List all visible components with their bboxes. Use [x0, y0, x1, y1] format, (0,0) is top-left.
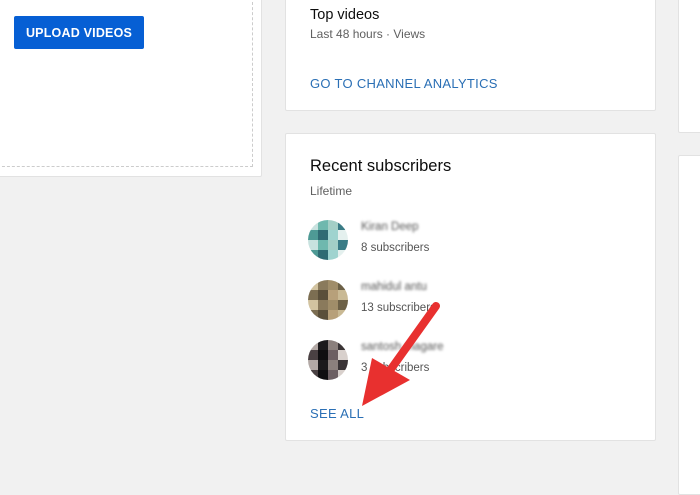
avatar-pixel: [318, 350, 328, 360]
go-to-channel-analytics-link[interactable]: GO TO CHANNEL ANALYTICS: [310, 76, 498, 91]
avatar-pixel: [308, 350, 318, 360]
top-videos-subtitle: Last 48 hours · Views: [310, 27, 426, 41]
top-videos-card: Top videos Last 48 hours · Views GO TO C…: [285, 0, 656, 111]
annotation-arrow-shaft: [382, 302, 440, 380]
avatar-pixel: [328, 310, 338, 320]
avatar-pixel: [328, 340, 338, 350]
subscriber-item[interactable]: santosh magare 3 subscribers: [308, 340, 608, 382]
avatar-pixel: [328, 350, 338, 360]
avatar-pixel: [338, 360, 348, 370]
recent-subscribers-title: Recent subscribers: [310, 157, 452, 175]
avatar-pixel: [338, 280, 348, 290]
right-edge-card: [678, 0, 700, 133]
avatar-pixel: [328, 240, 338, 250]
subscriber-name[interactable]: mahidul antu: [361, 281, 427, 293]
avatar-pixel: [338, 350, 348, 360]
avatar-pixel: [308, 310, 318, 320]
avatar-pixel: [338, 370, 348, 380]
avatar-pixel: [338, 250, 348, 260]
avatar-pixel: [328, 280, 338, 290]
avatar-pixel: [318, 250, 328, 260]
avatar-pixel: [308, 280, 318, 290]
recent-subscribers-subtitle: Lifetime: [310, 184, 353, 198]
upload-videos-button[interactable]: UPLOAD VIDEOS: [14, 16, 144, 49]
avatar-pixel: [328, 290, 338, 300]
avatar-pixel: [308, 250, 318, 260]
avatar-pixel: [328, 250, 338, 260]
avatar-pixel: [338, 290, 348, 300]
avatar-pixel: [338, 220, 348, 230]
avatar-pixel: [338, 340, 348, 350]
avatar-pixel: [328, 300, 338, 310]
avatar-pixel: [318, 370, 328, 380]
avatar-pixel: [318, 280, 328, 290]
see-all-link[interactable]: SEE ALL: [310, 406, 364, 421]
avatar-pixel: [328, 370, 338, 380]
subscriber-avatar[interactable]: [308, 220, 348, 260]
recent-subscribers-card: Recent subscribers Lifetime Kiran Deep 8…: [285, 133, 656, 441]
subscriber-item[interactable]: mahidul antu 13 subscribers: [308, 280, 608, 322]
avatar-pixel: [308, 220, 318, 230]
upload-videos-card: UPLOAD VIDEOS: [0, 0, 262, 177]
subscriber-count: 8 subscribers: [361, 242, 430, 254]
annotation-arrow-head: [362, 358, 410, 406]
avatar-pixel: [338, 230, 348, 240]
avatar-pixel: [308, 300, 318, 310]
subscriber-avatar[interactable]: [308, 280, 348, 320]
annotation-arrow-icon: [362, 302, 440, 406]
avatar-pixel: [338, 240, 348, 250]
avatar-pixel: [308, 240, 318, 250]
avatar-pixel: [328, 360, 338, 370]
avatar-pixel: [318, 220, 328, 230]
avatar-pixel: [328, 220, 338, 230]
top-videos-title: Top videos: [310, 7, 380, 23]
avatar-pixel: [318, 290, 328, 300]
avatar-pixel: [318, 310, 328, 320]
subscriber-name[interactable]: Kiran Deep: [361, 221, 419, 233]
avatar-pixel: [308, 370, 318, 380]
subscriber-item[interactable]: Kiran Deep 8 subscribers: [308, 220, 608, 262]
avatar-pixel: [318, 240, 328, 250]
avatar-pixel: [308, 360, 318, 370]
avatar-pixel: [318, 230, 328, 240]
right-edge-card: [678, 155, 700, 495]
avatar-pixel: [338, 310, 348, 320]
avatar-pixel: [318, 340, 328, 350]
subscriber-avatar[interactable]: [308, 340, 348, 380]
avatar-pixel: [308, 290, 318, 300]
avatar-pixel: [308, 230, 318, 240]
avatar-pixel: [308, 340, 318, 350]
avatar-pixel: [318, 360, 328, 370]
avatar-pixel: [338, 300, 348, 310]
avatar-pixel: [328, 230, 338, 240]
avatar-pixel: [318, 300, 328, 310]
